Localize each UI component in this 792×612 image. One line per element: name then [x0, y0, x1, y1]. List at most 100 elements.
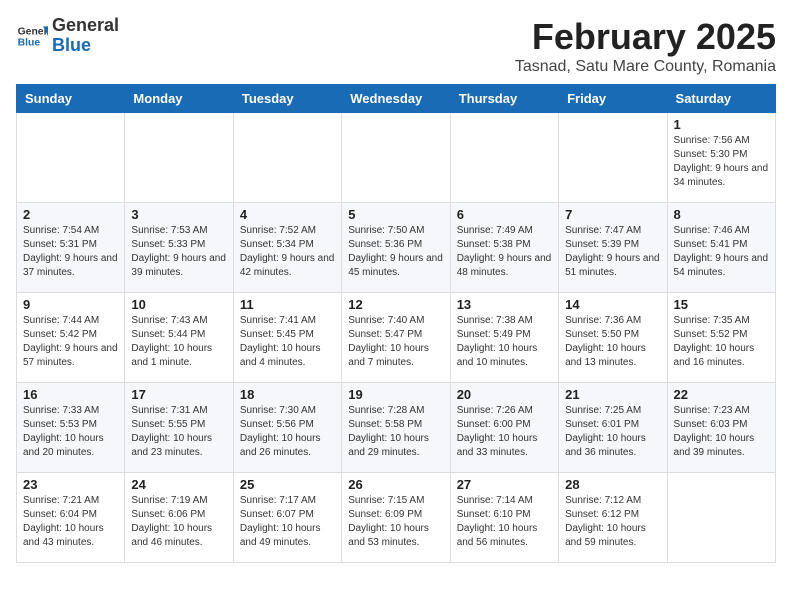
calendar-cell: 24Sunrise: 7:19 AM Sunset: 6:06 PM Dayli… — [125, 473, 233, 563]
day-number: 8 — [674, 207, 769, 222]
calendar-cell: 12 Sunrise: 7:40 AM Sunset: 5:47 PM Dayli… — [342, 293, 450, 383]
day-info: Sunrise: 7:23 AM Sunset: 6:03 PM Dayligh… — [674, 404, 769, 460]
title-area: February 2025 Tasnad, Satu Mare County, … — [515, 16, 776, 76]
svg-text:General: General — [18, 26, 48, 37]
day-number: 5 — [348, 207, 443, 222]
day-info: Sunrise: 7:35 AM Sunset: 5:52 PM Dayligh… — [674, 314, 769, 370]
calendar-cell: 4 Sunrise: 7:52 AM Sunset: 5:34 PM Daylig… — [233, 203, 341, 293]
calendar-cell: 19 Sunrise: 7:28 AM Sunset: 5:58 PM Dayli… — [342, 383, 450, 473]
logo: General Blue General Blue — [16, 16, 119, 56]
logo-icon: General Blue — [16, 20, 48, 52]
calendar-week-row: 1 Sunrise: 7:56 AM Sunset: 5:30 PM Daylig… — [17, 113, 776, 203]
day-number: 19 — [348, 387, 443, 402]
day-info: Sunrise: 7:17 AM Sunset: 6:07 PM Dayligh… — [240, 494, 335, 550]
day-number: 3 — [131, 207, 226, 222]
day-number: 27 — [457, 477, 552, 492]
weekday-header-friday: Friday — [559, 85, 667, 113]
calendar-cell: 5 Sunrise: 7:50 AM Sunset: 5:36 PM Daylig… — [342, 203, 450, 293]
calendar-cell: 22 Sunrise: 7:23 AM Sunset: 6:03 PM Dayli… — [667, 383, 775, 473]
calendar-cell: 1 Sunrise: 7:56 AM Sunset: 5:30 PM Daylig… — [667, 113, 775, 203]
calendar-cell: 26Sunrise: 7:15 AM Sunset: 6:09 PM Dayli… — [342, 473, 450, 563]
calendar-cell: 16 Sunrise: 7:33 AM Sunset: 5:53 PM Dayli… — [17, 383, 125, 473]
day-info: Sunrise: 7:33 AM Sunset: 5:53 PM Dayligh… — [23, 404, 118, 460]
day-info: Sunrise: 7:53 AM Sunset: 5:33 PM Dayligh… — [131, 224, 226, 280]
calendar-cell: 21Sunrise: 7:25 AM Sunset: 6:01 PM Dayli… — [559, 383, 667, 473]
calendar-cell: 17Sunrise: 7:31 AM Sunset: 5:55 PM Dayli… — [125, 383, 233, 473]
day-number: 14 — [565, 297, 660, 312]
calendar-cell — [342, 113, 450, 203]
calendar-cell: 8Sunrise: 7:46 AM Sunset: 5:41 PM Daylig… — [667, 203, 775, 293]
day-number: 2 — [23, 207, 118, 222]
calendar-cell: 6Sunrise: 7:49 AM Sunset: 5:38 PM Daylig… — [450, 203, 558, 293]
calendar-cell: 10 Sunrise: 7:43 AM Sunset: 5:44 PM Dayli… — [125, 293, 233, 383]
calendar-week-row: 23 Sunrise: 7:21 AM Sunset: 6:04 PM Dayli… — [17, 473, 776, 563]
calendar-cell — [450, 113, 558, 203]
weekday-header-row: SundayMondayTuesdayWednesdayThursdayFrid… — [17, 85, 776, 113]
day-number: 7 — [565, 207, 660, 222]
day-info: Sunrise: 7:14 AM Sunset: 6:10 PM Dayligh… — [457, 494, 552, 550]
calendar-title: February 2025 — [515, 16, 776, 58]
day-info: Sunrise: 7:40 AM Sunset: 5:47 PM Dayligh… — [348, 314, 443, 370]
calendar-cell: 23 Sunrise: 7:21 AM Sunset: 6:04 PM Dayli… — [17, 473, 125, 563]
day-info: Sunrise: 7:43 AM Sunset: 5:44 PM Dayligh… — [131, 314, 226, 370]
day-number: 26 — [348, 477, 443, 492]
calendar-cell: 2 Sunrise: 7:54 AM Sunset: 5:31 PM Daylig… — [17, 203, 125, 293]
calendar-cell: 18Sunrise: 7:30 AM Sunset: 5:56 PM Dayli… — [233, 383, 341, 473]
calendar-cell: 15 Sunrise: 7:35 AM Sunset: 5:52 PM Dayli… — [667, 293, 775, 383]
day-info: Sunrise: 7:21 AM Sunset: 6:04 PM Dayligh… — [23, 494, 118, 550]
day-number: 20 — [457, 387, 552, 402]
day-info: Sunrise: 7:47 AM Sunset: 5:39 PM Dayligh… — [565, 224, 660, 280]
calendar-week-row: 2 Sunrise: 7:54 AM Sunset: 5:31 PM Daylig… — [17, 203, 776, 293]
day-number: 10 — [131, 297, 226, 312]
calendar-cell: 20Sunrise: 7:26 AM Sunset: 6:00 PM Dayli… — [450, 383, 558, 473]
day-number: 15 — [674, 297, 769, 312]
calendar-table: SundayMondayTuesdayWednesdayThursdayFrid… — [16, 84, 776, 563]
calendar-cell: 7 Sunrise: 7:47 AM Sunset: 5:39 PM Daylig… — [559, 203, 667, 293]
day-number: 28 — [565, 477, 660, 492]
calendar-cell: 28Sunrise: 7:12 AM Sunset: 6:12 PM Dayli… — [559, 473, 667, 563]
day-number: 22 — [674, 387, 769, 402]
weekday-header-wednesday: Wednesday — [342, 85, 450, 113]
calendar-cell: 3 Sunrise: 7:53 AM Sunset: 5:33 PM Daylig… — [125, 203, 233, 293]
calendar-cell — [125, 113, 233, 203]
logo-blue-text: Blue — [52, 35, 91, 55]
weekday-header-tuesday: Tuesday — [233, 85, 341, 113]
calendar-cell: 11 Sunrise: 7:41 AM Sunset: 5:45 PM Dayli… — [233, 293, 341, 383]
calendar-cell — [667, 473, 775, 563]
day-number: 17 — [131, 387, 226, 402]
logo-general-text: General — [52, 15, 119, 35]
day-info: Sunrise: 7:56 AM Sunset: 5:30 PM Dayligh… — [674, 134, 769, 190]
day-number: 16 — [23, 387, 118, 402]
day-number: 6 — [457, 207, 552, 222]
day-number: 11 — [240, 297, 335, 312]
weekday-header-saturday: Saturday — [667, 85, 775, 113]
day-number: 23 — [23, 477, 118, 492]
calendar-cell: 13Sunrise: 7:38 AM Sunset: 5:49 PM Dayli… — [450, 293, 558, 383]
svg-text:Blue: Blue — [18, 37, 41, 48]
day-info: Sunrise: 7:52 AM Sunset: 5:34 PM Dayligh… — [240, 224, 335, 280]
day-info: Sunrise: 7:38 AM Sunset: 5:49 PM Dayligh… — [457, 314, 552, 370]
day-info: Sunrise: 7:50 AM Sunset: 5:36 PM Dayligh… — [348, 224, 443, 280]
day-number: 4 — [240, 207, 335, 222]
calendar-cell: 25 Sunrise: 7:17 AM Sunset: 6:07 PM Dayli… — [233, 473, 341, 563]
calendar-cell — [17, 113, 125, 203]
day-info: Sunrise: 7:28 AM Sunset: 5:58 PM Dayligh… — [348, 404, 443, 460]
day-info: Sunrise: 7:54 AM Sunset: 5:31 PM Dayligh… — [23, 224, 118, 280]
calendar-week-row: 16 Sunrise: 7:33 AM Sunset: 5:53 PM Dayli… — [17, 383, 776, 473]
calendar-cell: 27 Sunrise: 7:14 AM Sunset: 6:10 PM Dayli… — [450, 473, 558, 563]
calendar-cell: 9 Sunrise: 7:44 AM Sunset: 5:42 PM Daylig… — [17, 293, 125, 383]
logo-text: General Blue — [52, 16, 119, 56]
day-info: Sunrise: 7:41 AM Sunset: 5:45 PM Dayligh… — [240, 314, 335, 370]
calendar-cell: 14 Sunrise: 7:36 AM Sunset: 5:50 PM Dayli… — [559, 293, 667, 383]
calendar-cell — [559, 113, 667, 203]
day-info: Sunrise: 7:44 AM Sunset: 5:42 PM Dayligh… — [23, 314, 118, 370]
day-number: 12 — [348, 297, 443, 312]
day-info: Sunrise: 7:30 AM Sunset: 5:56 PM Dayligh… — [240, 404, 335, 460]
day-info: Sunrise: 7:36 AM Sunset: 5:50 PM Dayligh… — [565, 314, 660, 370]
weekday-header-sunday: Sunday — [17, 85, 125, 113]
day-number: 9 — [23, 297, 118, 312]
day-info: Sunrise: 7:25 AM Sunset: 6:01 PM Dayligh… — [565, 404, 660, 460]
day-number: 25 — [240, 477, 335, 492]
page-header: General Blue General Blue February 2025 … — [16, 16, 776, 76]
day-number: 1 — [674, 117, 769, 132]
